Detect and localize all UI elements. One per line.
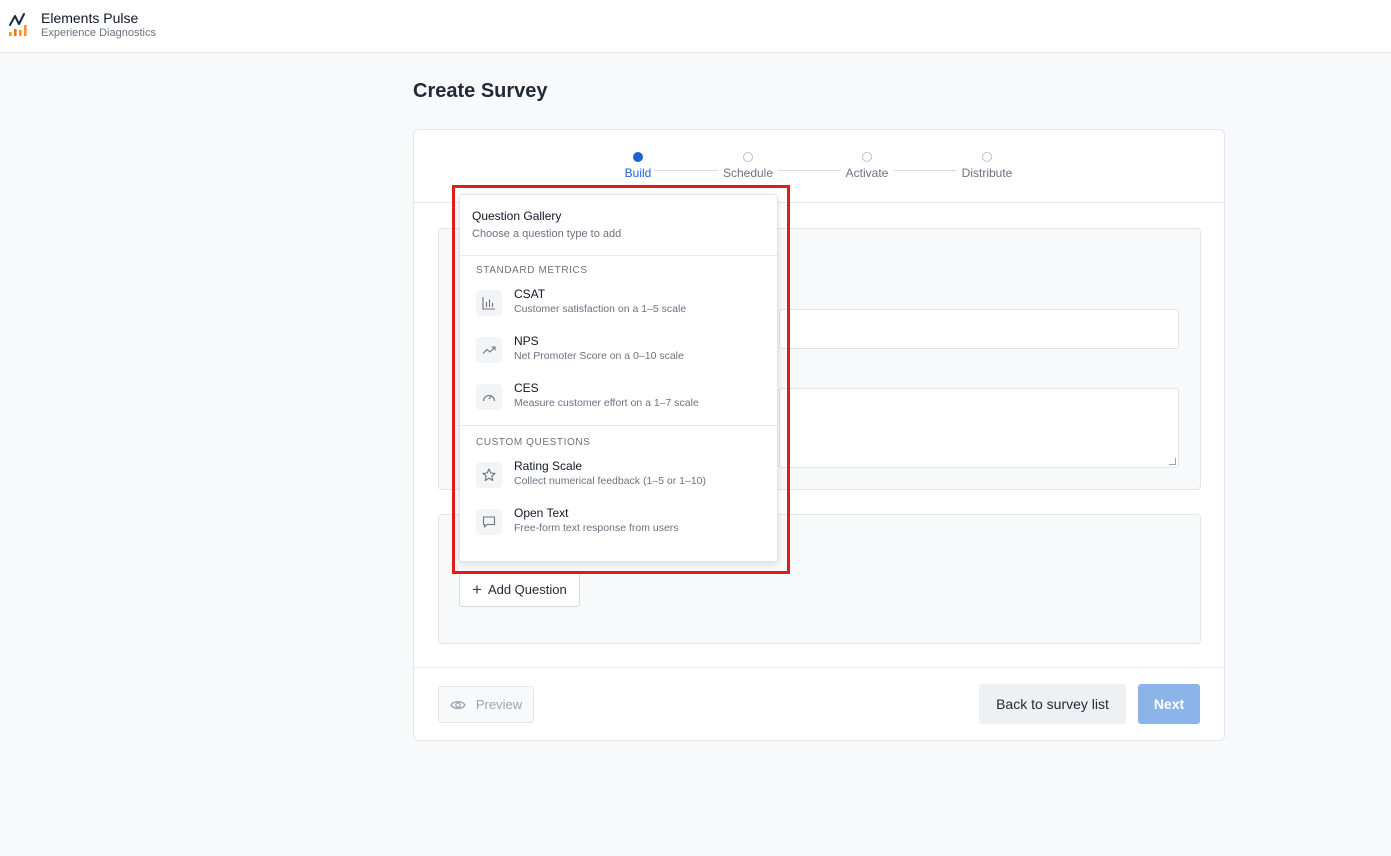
step-build[interactable]: Build [598, 152, 678, 180]
app-subtitle: Experience Diagnostics [41, 27, 156, 39]
gallery-item-nps[interactable]: NPS Net Promoter Score on a 0–10 scale [460, 329, 777, 376]
back-to-survey-list-button[interactable]: Back to survey list [979, 684, 1126, 724]
preview-label: Preview [475, 697, 523, 712]
group-label-custom-questions: CUSTOM QUESTIONS [476, 437, 591, 448]
gauge-icon [476, 384, 502, 410]
trend-up-icon [476, 337, 502, 363]
step-dot [633, 152, 643, 162]
survey-name-input[interactable] [779, 309, 1179, 349]
gallery-subtitle: Choose a question type to add [472, 228, 622, 240]
top-bar: Elements Pulse Experience Diagnostics [0, 0, 1391, 53]
divider [414, 667, 1224, 668]
eye-icon [450, 700, 466, 709]
step-dot [982, 152, 992, 162]
bar-chart-icon [476, 290, 502, 316]
divider [460, 425, 777, 426]
group-label-standard-metrics: STANDARD METRICS [476, 265, 588, 276]
star-icon [476, 462, 502, 488]
gallery-header: Question Gallery Choose a question type … [460, 195, 777, 256]
step-label: Activate [845, 166, 889, 180]
gallery-item-open-text[interactable]: Open Text Free-form text response from u… [460, 501, 777, 548]
bar-chart-logo-icon[interactable] [7, 11, 31, 37]
item-description: Customer satisfaction on a 1–5 scale [514, 303, 687, 315]
step-schedule[interactable]: Schedule [708, 152, 788, 180]
item-name: CSAT [514, 287, 546, 301]
item-description: Free-form text response from users [514, 522, 679, 534]
item-name: Open Text [514, 506, 569, 520]
gallery-title: Question Gallery [472, 209, 562, 223]
plus-icon: + [472, 579, 482, 599]
add-question-button[interactable]: + Add Question [459, 571, 580, 607]
back-label: Back to survey list [996, 696, 1109, 712]
item-description: Collect numerical feedback (1–5 or 1–10) [514, 475, 707, 487]
item-description: Measure customer effort on a 1–7 scale [514, 397, 699, 409]
page-title: Create Survey [413, 80, 548, 102]
preview-button[interactable]: Preview [438, 686, 534, 723]
step-label: Distribute [961, 166, 1013, 180]
step-activate[interactable]: Activate [827, 152, 907, 180]
gallery-item-ces[interactable]: CES Measure customer effort on a 1–7 sca… [460, 376, 777, 423]
step-dot [862, 152, 872, 162]
item-name: Rating Scale [514, 459, 583, 473]
next-button[interactable]: Next [1138, 684, 1200, 724]
chat-bubble-icon [476, 509, 502, 535]
step-dot [743, 152, 753, 162]
question-gallery-dropdown: Question Gallery Choose a question type … [459, 194, 778, 562]
app-title: Elements Pulse [41, 10, 139, 26]
gallery-item-csat[interactable]: CSAT Customer satisfaction on a 1–5 scal… [460, 282, 777, 329]
item-name: CES [514, 381, 539, 395]
item-description: Net Promoter Score on a 0–10 scale [514, 350, 684, 362]
step-label: Schedule [722, 166, 774, 180]
gallery-item-rating-scale[interactable]: Rating Scale Collect numerical feedback … [460, 454, 777, 501]
step-distribute[interactable]: Distribute [947, 152, 1027, 180]
resize-handle[interactable] [1169, 458, 1176, 465]
add-question-label: Add Question [487, 581, 567, 597]
item-name: NPS [514, 334, 539, 348]
step-label: Build [624, 166, 652, 180]
survey-description-textarea[interactable] [779, 388, 1179, 468]
next-label: Next [1153, 696, 1185, 712]
